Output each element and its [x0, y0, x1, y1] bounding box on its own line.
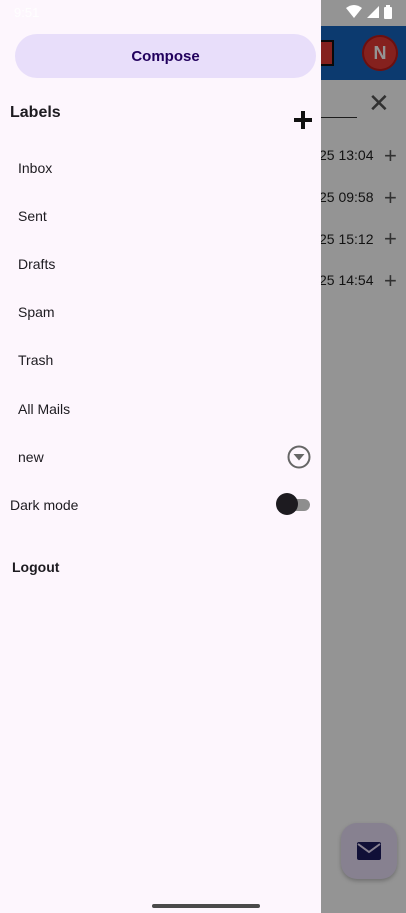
- drawer-item-label: Trash: [18, 352, 54, 368]
- drawer-item-sent[interactable]: Sent: [0, 196, 321, 236]
- logout-button[interactable]: Logout: [12, 559, 59, 575]
- labels-heading: Labels: [10, 104, 61, 121]
- drawer-item-trash[interactable]: Trash: [0, 340, 321, 380]
- dark-mode-toggle[interactable]: [276, 493, 310, 517]
- signal-icon: [367, 6, 379, 18]
- expand-circle-icon[interactable]: [286, 444, 312, 470]
- drawer-item-label: Sent: [18, 208, 47, 224]
- drawer-item-label: new: [18, 449, 44, 465]
- wifi-icon: [346, 5, 362, 18]
- drawer-item-spam[interactable]: Spam: [0, 292, 321, 332]
- dark-mode-label: Dark mode: [10, 497, 79, 513]
- drawer-item-drafts[interactable]: Drafts: [0, 244, 321, 284]
- toggle-thumb: [276, 493, 298, 515]
- navigation-drawer: Compose Labels Inbox Sent Drafts Spam Tr…: [0, 0, 321, 913]
- status-bar: 9:51: [0, 0, 406, 26]
- add-label-icon[interactable]: [291, 108, 315, 132]
- status-time: 9:51: [14, 5, 40, 20]
- drawer-item-label: Drafts: [18, 256, 56, 272]
- drawer-item-inbox[interactable]: Inbox: [0, 148, 321, 188]
- drawer-item-new[interactable]: new: [0, 437, 321, 477]
- compose-button[interactable]: Compose: [15, 34, 316, 78]
- status-icons: [346, 5, 392, 19]
- drawer-item-label: Inbox: [18, 160, 53, 176]
- drawer-item-label: All Mails: [18, 401, 71, 417]
- drawer-item-label: Spam: [18, 304, 55, 320]
- battery-icon: [384, 5, 392, 19]
- drawer-item-all-mails[interactable]: All Mails: [0, 389, 321, 429]
- home-indicator[interactable]: [152, 904, 260, 908]
